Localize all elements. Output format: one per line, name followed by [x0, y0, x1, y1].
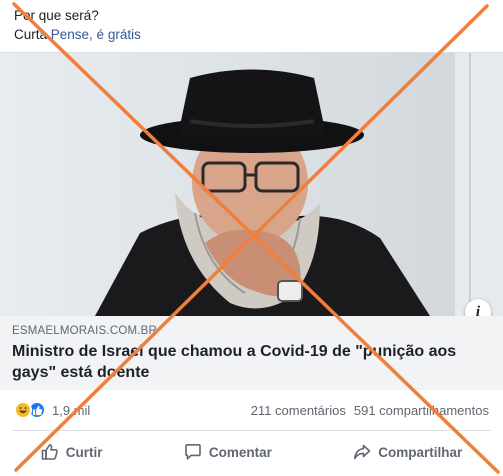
post-stats: 1,9 mil 211 comentários 591 compartilham… [0, 397, 503, 423]
share-arrow-icon [353, 443, 371, 461]
actions-divider [12, 430, 491, 431]
comment-bubble-icon [184, 443, 202, 461]
link-headline[interactable]: Ministro de Israel que chamou a Covid-19… [12, 341, 482, 383]
like-button[interactable]: Curtir [27, 437, 117, 467]
promo-prefix: Curta [14, 27, 48, 42]
thumbs-up-icon [41, 443, 59, 461]
link-meta[interactable]: ESMAELMORAIS.COM.BR Ministro de Israel q… [0, 316, 503, 390]
post-actions: Curtir Comentar Compartilhar [0, 432, 503, 472]
haha-icon [14, 401, 32, 419]
article-photo[interactable] [0, 53, 503, 316]
article-photo-image [0, 53, 503, 316]
like-label: Curtir [65, 444, 103, 460]
comment-button[interactable]: Comentar [170, 437, 286, 467]
post-caption: Por que será? [14, 8, 99, 23]
reaction-count[interactable]: 1,9 mil [52, 403, 90, 418]
link-preview-card[interactable]: i ESMAELMORAIS.COM.BR Ministro de Israel… [0, 52, 503, 392]
share-button[interactable]: Compartilhar [339, 437, 476, 467]
share-count[interactable]: 591 compartilhamentos [354, 403, 489, 418]
engagement-counts: 211 comentários 591 compartilhamentos [251, 403, 489, 418]
share-label: Compartilhar [378, 444, 463, 460]
post-text: Por que será? Curta Pense, é grátis [14, 6, 141, 44]
page-link[interactable]: Pense, é grátis [51, 27, 141, 42]
comment-label: Comentar [208, 444, 272, 460]
reactions-summary[interactable]: 1,9 mil [14, 401, 90, 419]
link-domain: ESMAELMORAIS.COM.BR [12, 325, 158, 337]
page-promo: Curta Pense, é grátis [14, 25, 141, 44]
comment-count[interactable]: 211 comentários [251, 403, 346, 418]
